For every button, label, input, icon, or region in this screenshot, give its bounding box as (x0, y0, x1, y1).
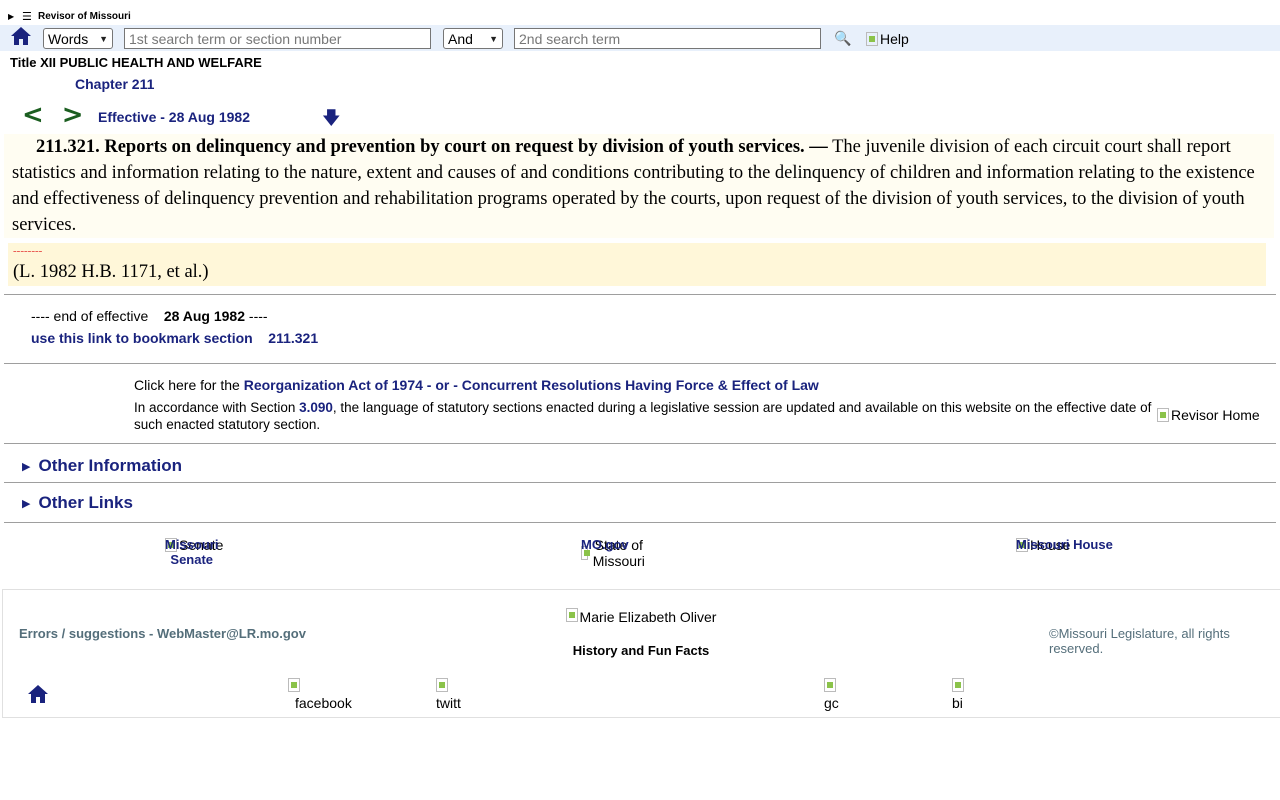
other-links-toggle[interactable]: ▶ Other Links (22, 493, 133, 513)
chevron-down-icon: ▼ (489, 33, 498, 44)
broken-image-icon (436, 678, 448, 692)
top-line: ▶ ☰ Revisor of Missouri (8, 9, 131, 23)
facebook-alt: facebook (295, 695, 352, 711)
end-prefix: ---- end of effective (31, 308, 149, 324)
bing-alt: bi (952, 695, 963, 711)
marie-alt: Marie Elizabeth Oliver (579, 609, 717, 625)
broken-image-icon (866, 32, 878, 46)
divider (4, 482, 1276, 483)
term2-placeholder: 2nd search term (519, 30, 621, 47)
help-label: Help (880, 31, 909, 47)
marie-oliver-image[interactable]: Marie Elizabeth Oliver (560, 608, 722, 626)
history-fun-facts-link[interactable]: History and Fun Facts (560, 643, 722, 658)
term2-input[interactable]: 2nd search term (514, 28, 821, 49)
down-arrow-icon[interactable]: 🡇 (322, 106, 341, 136)
expand-triangle-icon: ▶ (22, 460, 31, 473)
broken-image-icon (1157, 408, 1169, 422)
broken-image-icon (824, 678, 836, 692)
divider (4, 443, 1276, 444)
bookmark-link[interactable]: use this link to bookmark section 211.32… (31, 330, 318, 346)
broken-image-icon (952, 678, 964, 692)
section-3090-link[interactable]: 3.090 (299, 400, 333, 415)
reorg-link[interactable]: Reorganization Act of 1974 - or - Concur… (244, 377, 819, 393)
twitter-alt: twitt (436, 695, 461, 711)
bing-icon[interactable]: bi (952, 678, 972, 711)
accord-prefix: In accordance with Section (134, 400, 300, 415)
chevron-down-icon: ▼ (99, 33, 108, 44)
expand-triangle-icon: ▶ (22, 497, 31, 510)
section-nav: < > (22, 100, 102, 130)
chapter-link[interactable]: Chapter 211 (75, 76, 154, 92)
title-breadcrumb[interactable]: Title XII PUBLIC HEALTH AND WELFARE (10, 55, 262, 70)
history-separator: -------- (13, 245, 43, 257)
next-section-button[interactable]: > (62, 100, 84, 130)
site-name: Revisor of Missouri (38, 10, 131, 22)
broken-image-icon (288, 678, 300, 692)
copyright: ©Missouri Legislature, all rights reserv… (1049, 626, 1230, 656)
home-icon[interactable] (10, 26, 32, 46)
reorg-notice: Click here for the Reorganization Act of… (134, 377, 819, 393)
section-heading: 211.321. Reports on delinquency and prev… (36, 137, 828, 157)
section-text: 211.321. Reports on delinquency and prev… (4, 134, 1274, 238)
google-icon[interactable]: gc (824, 678, 844, 711)
senate-link[interactable]: Missouri Senate (165, 537, 218, 567)
reorg-prefix: Click here for the (134, 377, 244, 393)
divider (4, 294, 1276, 295)
effective-date-link[interactable]: Effective - 28 Aug 1982 (98, 109, 250, 125)
bookmark-label: use this link to bookmark section (31, 330, 253, 346)
operator-select[interactable]: And ▼ (443, 28, 503, 49)
expand-triangle-icon[interactable]: ▶ (8, 12, 22, 21)
other-information-label: Other Information (38, 456, 183, 475)
end-suffix: ---- (248, 308, 268, 324)
section-history: -------- (L. 1982 H.B. 1171, et al.) (8, 243, 1266, 286)
term1-input[interactable]: 1st search term or section number (124, 28, 431, 49)
accord-notice: In accordance with Section 3.090, the la… (134, 399, 1154, 433)
end-of-effective: ---- end of effective 28 Aug 1982 ---- (31, 308, 268, 324)
google-alt: gc (824, 695, 839, 711)
revisor-home-alt: Revisor Home (1171, 407, 1260, 423)
history-citation: (L. 1982 H.B. 1171, et al.) (13, 262, 209, 282)
end-date: 28 Aug 1982 (163, 308, 246, 324)
errors-link[interactable]: Errors / suggestions - WebMaster@LR.mo.g… (19, 626, 306, 641)
search-mode-select[interactable]: Words ▼ (43, 28, 113, 49)
operator-value: And (448, 30, 473, 47)
broken-image-icon (565, 608, 578, 622)
search-mode-value: Words (48, 30, 89, 47)
other-information-toggle[interactable]: ▶ Other Information (22, 456, 182, 476)
home-icon[interactable] (27, 684, 49, 704)
hamburger-menu-icon[interactable]: ☰ (22, 10, 38, 23)
bookmark-section: 211.321 (268, 330, 319, 346)
prev-section-button[interactable]: < (22, 100, 44, 130)
divider (4, 363, 1276, 364)
other-links-label: Other Links (38, 493, 133, 512)
mo-gov-link[interactable]: MO.gov (581, 537, 629, 552)
divider (4, 522, 1276, 523)
search-icon[interactable]: 🔍 (834, 30, 851, 47)
revisor-home-image[interactable]: Revisor Home (1157, 407, 1260, 423)
search-bar: Words ▼ 1st search term or section numbe… (0, 25, 1280, 51)
term1-placeholder: 1st search term or section number (129, 30, 342, 47)
help-button[interactable]: Help (866, 31, 909, 47)
facebook-icon[interactable]: facebook (288, 678, 358, 711)
twitter-icon[interactable]: twitt (436, 678, 476, 711)
house-link[interactable]: Missouri House (1016, 537, 1113, 552)
